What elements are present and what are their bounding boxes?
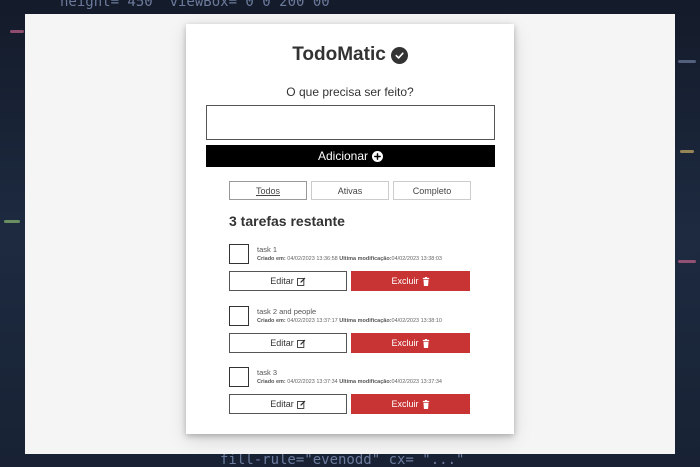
modified-label: Ultima modificação: — [339, 318, 392, 324]
todo-name: task 3 — [257, 368, 278, 377]
delete-button[interactable]: Excluir — [351, 394, 470, 414]
add-button[interactable]: Adicionar — [206, 145, 495, 167]
app-title: TodoMatic — [186, 44, 514, 66]
edit-button-label: Editar — [270, 276, 294, 286]
add-button-label: Adicionar — [317, 149, 369, 163]
app-title-text: TodoMatic — [292, 44, 386, 65]
modified-label: Ultima modificação: — [339, 256, 392, 262]
edit-icon — [296, 277, 306, 286]
todo-checkbox[interactable] — [229, 244, 249, 264]
todo-timestamps: Criado em: 04/02/2023 13:37:34 Ultima mo… — [257, 379, 442, 385]
todo-checkbox[interactable] — [229, 306, 249, 326]
edit-button-label: Editar — [270, 399, 294, 409]
new-todo-prompt: O que precisa ser feito? — [286, 85, 414, 99]
edit-button[interactable]: Editar — [229, 394, 347, 414]
todo-item: task 2 and people Criado em: 04/02/2023 … — [229, 306, 471, 362]
edit-button[interactable]: Editar — [229, 333, 347, 353]
trash-icon — [422, 338, 430, 348]
todo-item: task 1 Criado em: 04/02/2023 13:36:58 Ul… — [229, 244, 471, 300]
edit-icon — [296, 400, 306, 409]
created-label: Criado em: — [257, 318, 286, 324]
delete-button[interactable]: Excluir — [351, 271, 470, 291]
tasks-remaining-heading: 3 tarefas restante — [229, 213, 345, 229]
todo-timestamps: Criado em: 04/02/2023 13:37:17 Ultima mo… — [257, 318, 442, 324]
new-todo-input[interactable] — [206, 105, 495, 140]
delete-button[interactable]: Excluir — [351, 333, 470, 353]
created-value: 04/02/2023 13:37:34 — [287, 379, 338, 385]
plus-circle-icon — [372, 150, 384, 162]
background-stripe — [680, 150, 694, 153]
delete-button-label: Excluir — [391, 338, 419, 348]
todo-name: task 1 — [257, 245, 278, 254]
todo-app-card: TodoMatic O que precisa ser feito? Adici… — [186, 24, 514, 434]
filter-group: Todos Ativas Completo — [229, 181, 471, 200]
trash-icon — [422, 399, 430, 409]
created-value: 04/02/2023 13:36:58 — [287, 256, 338, 262]
modified-value: 04/02/2023 13:37:34 — [391, 379, 442, 385]
filter-all[interactable]: Todos — [229, 181, 307, 200]
check-circle-icon — [390, 46, 408, 64]
modified-value: 04/02/2023 13:38:10 — [391, 318, 442, 324]
delete-button-label: Excluir — [391, 276, 419, 286]
filter-completed[interactable]: Completo — [393, 181, 471, 200]
trash-icon — [422, 276, 430, 286]
edit-icon — [296, 339, 306, 348]
modified-value: 04/02/2023 13:38:03 — [391, 256, 442, 262]
filter-active[interactable]: Ativas — [311, 181, 389, 200]
created-label: Criado em: — [257, 379, 286, 385]
background-stripe — [678, 260, 696, 263]
todo-checkbox[interactable] — [229, 367, 249, 387]
modified-label: Ultima modificação: — [339, 379, 392, 385]
todo-timestamps: Criado em: 04/02/2023 13:36:58 Ultima mo… — [257, 256, 442, 262]
edit-button-label: Editar — [270, 338, 294, 348]
background-code-top: height="450" viewBox="0 0 200 00" — [60, 0, 339, 10]
edit-button[interactable]: Editar — [229, 271, 347, 291]
created-value: 04/02/2023 13:37:17 — [287, 318, 338, 324]
background-stripe — [10, 30, 24, 33]
todo-name: task 2 and people — [257, 307, 317, 316]
todo-item: task 3 Criado em: 04/02/2023 13:37:34 Ul… — [229, 367, 471, 423]
created-label: Criado em: — [257, 256, 286, 262]
background-stripe — [678, 60, 696, 63]
background-stripe — [4, 220, 20, 223]
delete-button-label: Excluir — [391, 399, 419, 409]
background-code-bottom: fill-rule="evenodd" cx= "..." — [220, 452, 465, 467]
